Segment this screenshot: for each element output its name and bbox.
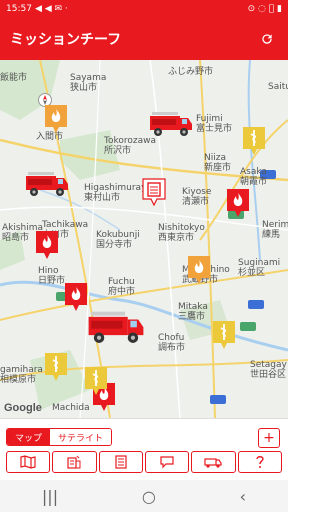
bottom-toolbar [6,451,282,473]
map-label: Niiza 新座市 [204,153,232,173]
fire-station-marker[interactable] [226,188,250,222]
staff-of-asclepius-icon [85,367,107,395]
map-controls: マップ サテライト + [0,418,288,480]
refresh-icon [262,34,272,44]
vehicle-icon [204,458,223,468]
hospital-marker[interactable] [44,352,68,386]
map-label: Saitu [268,82,288,92]
refresh-button[interactable] [256,28,278,50]
flame-icon [188,256,210,284]
map-label: Kokubunji 国分寺市 [96,230,140,250]
fire-station-marker[interactable] [187,255,211,289]
satellite-tab[interactable]: サテライト [50,429,112,445]
headquarters-marker[interactable] [142,178,166,210]
map-label: ふじみ野市 [168,67,214,77]
flame-icon [227,189,249,217]
hospital-marker[interactable] [242,126,266,160]
map-label: Mitaka 三鷹市 [178,302,208,322]
map-label: Machida [52,403,90,413]
buildings-button[interactable] [52,451,97,473]
chat-icon [160,456,174,469]
fire-truck-marker[interactable] [86,306,146,350]
map-icon [20,455,36,469]
help-icon [256,456,264,468]
staff-of-asclepius-icon [45,353,67,381]
map-label: Kiyose 清瀬市 [182,187,212,207]
fire-station-marker[interactable] [64,282,88,316]
flame-icon [65,283,87,311]
fire-truck-marker[interactable] [148,108,194,142]
fire-truck-marker[interactable] [24,168,70,202]
system-icons: ⊙ ◌ ⃠ ▮ [247,4,282,14]
map-button[interactable] [6,451,51,473]
map-tab[interactable]: マップ [7,429,51,445]
system-nav-bar: ||| ○ ‹ [0,480,288,512]
help-button[interactable] [237,451,282,473]
google-logo: Google [4,402,42,414]
map-label: Asaka 朝霞市 [240,167,268,187]
building-icon [142,178,166,207]
map-label: Setagay 世田谷区 [250,360,287,380]
map-label: Fuchu 府中市 [108,277,136,297]
flame-icon [36,231,58,259]
map-label: gamihara 相模原市 [0,365,43,385]
back-button[interactable]: ‹ [240,487,246,506]
map-label: Suginami 杉並区 [238,258,281,278]
map-label: 飯能市 [0,73,28,83]
map-label: Sayama 狭山市 [70,73,107,93]
fire-truck-icon [26,172,68,196]
chat-button[interactable] [144,451,190,473]
map-type-toggle: マップ サテライト [6,428,113,446]
fire-station-marker[interactable] [35,230,59,264]
app-title: ミッションチーフ [10,32,122,48]
zoom-in-button[interactable]: + [258,428,280,448]
map-label: Nerim 練馬 [262,220,288,240]
hospital-marker[interactable] [84,366,108,400]
map-label: Chofu 調布市 [158,333,186,353]
map-view[interactable]: Sayama 狭山市 ふじみ野市 Fujimi 富士見市 Tokorozawa 所沢市… [0,60,288,418]
staff-of-asclepius-icon [213,321,235,349]
staff-of-asclepius-icon [243,127,265,155]
map-label: Nishitokyo 西東京市 [158,223,205,243]
flame-icon [45,105,67,133]
list-button[interactable] [98,451,143,473]
map-label: Fujimi 富士見市 [196,114,233,134]
map-label: Hino 日野市 [38,266,66,286]
status-bar: 15:57 ◀ ◀ ✉ · ⊙ ◌ ⃠ ▮ [0,0,288,18]
clock: 15:57 [6,4,32,14]
fire-truck-icon [88,311,144,343]
hospital-marker[interactable] [212,320,236,354]
building-icon [67,455,81,469]
fire-truck-icon [150,112,192,136]
list-icon [115,455,127,469]
home-button[interactable]: ○ [142,487,156,506]
notification-icons: ◀ ◀ ✉ · [34,4,68,14]
fire-station-marker[interactable] [44,104,68,138]
vehicles-button[interactable] [191,451,236,473]
app-bar: ミッションチーフ [0,18,288,60]
recents-button[interactable]: ||| [42,487,58,506]
